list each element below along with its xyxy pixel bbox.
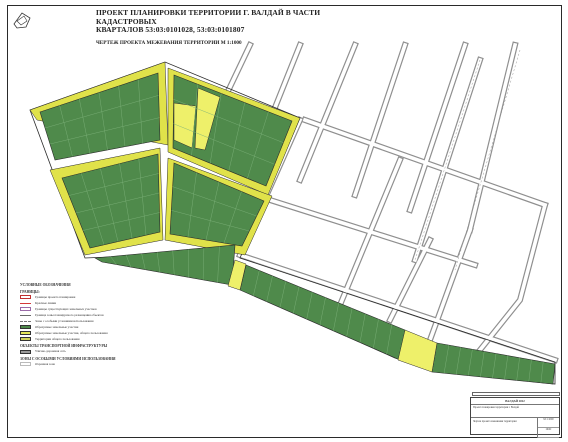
legend-row: Охранная зона — [20, 361, 190, 367]
legend-row: Улично-дорожная сеть — [20, 349, 190, 355]
legend-label: Образуемые земельные участки, общего пол… — [35, 330, 108, 335]
legend-items: Границы проекта планировки Красные линии Г… — [20, 294, 190, 342]
stamp-sheet-title: Чертеж проекта межевания территории — [471, 418, 538, 438]
title-stamp: ВАЛДАЙ 2022 Проект планировки территории… — [470, 397, 560, 438]
legend-swatch — [20, 302, 31, 304]
stamp-header: ВАЛДАЙ 2022 — [471, 398, 559, 405]
legend-label: Охранная зона — [35, 362, 55, 367]
legend-label: Границы проекта планировки — [35, 294, 76, 299]
legend-swatch — [20, 331, 31, 336]
legend-items-transport: Улично-дорожная сеть — [20, 349, 190, 355]
legend-swatch — [20, 362, 31, 367]
legend-label: Территории общего пользования — [35, 336, 80, 341]
legend-label: Красные линии — [35, 300, 57, 305]
legend-label: Образуемые земельные участки — [35, 324, 79, 329]
legend-label: Границы существующих земельных участков — [35, 306, 97, 311]
legend-swatch — [20, 295, 31, 300]
legend-swatch — [20, 349, 31, 354]
legend-label: Зоны с особыми условиями использования — [35, 318, 94, 323]
stamp-org: Проект планировки территории г. Валдай — [471, 405, 559, 418]
strip-c — [431, 342, 556, 385]
stamp-scale: М 1:1000 — [538, 418, 559, 428]
legend-label: Граница зоны планируемого размещения объ… — [35, 312, 104, 317]
legend-swatch — [20, 307, 31, 312]
stamp-company: ООО — [538, 428, 559, 438]
legend-swatch — [20, 337, 31, 342]
legend-swatch — [20, 314, 31, 316]
strip-a — [94, 244, 236, 286]
map-legend: УСЛОВНЫЕ ОБОЗНАЧЕНИЯ ГРАНИЦЫ: Границы пр… — [20, 281, 190, 367]
legend-label: Улично-дорожная сеть — [35, 349, 66, 354]
legend-items-zones: Охранная зона — [20, 361, 190, 367]
legend-title: УСЛОВНЫЕ ОБОЗНАЧЕНИЯ — [20, 283, 71, 287]
legend-row: Территории общего пользования — [20, 336, 190, 342]
drawing-sheet: ПРОЕКТ ПЛАНИРОВКИ ТЕРРИТОРИИ Г. ВАЛДАЙ В… — [0, 0, 568, 442]
stamp-strip — [472, 392, 560, 396]
cadastral-map — [29, 41, 559, 385]
legend-swatch — [20, 325, 31, 330]
legend-swatch — [20, 320, 31, 322]
